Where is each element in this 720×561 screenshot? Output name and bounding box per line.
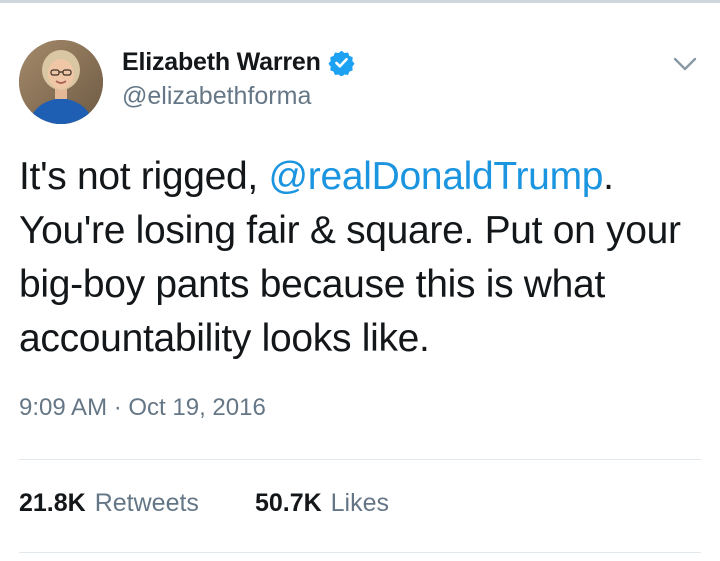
user-handle[interactable]: @elizabethforma: [122, 82, 355, 111]
chevron-down-icon[interactable]: [670, 52, 700, 74]
tweet-timestamp[interactable]: 9:09 AM · Oct 19, 2016: [19, 394, 266, 422]
display-name[interactable]: Elizabeth Warren: [122, 48, 321, 77]
tweet-text-part: It's not rigged,: [19, 155, 269, 198]
likes-stat[interactable]: 50.7K Likes: [255, 489, 389, 518]
divider: [19, 552, 701, 553]
avatar-portrait: [19, 40, 103, 124]
mention-link[interactable]: @realDonaldTrump: [269, 155, 604, 198]
retweets-label: Retweets: [94, 489, 199, 517]
likes-label: Likes: [330, 489, 390, 517]
top-border: [0, 0, 720, 3]
likes-count: 50.7K: [254, 489, 322, 517]
avatar[interactable]: [19, 40, 103, 124]
verified-badge-icon: [328, 49, 355, 77]
retweets-count: 21.8K: [19, 489, 86, 517]
user-names: Elizabeth Warren @elizabethforma: [122, 46, 355, 111]
tweet-stats: 21.8K Retweets 50.7K Likes: [19, 489, 389, 518]
divider: [19, 459, 701, 460]
retweets-stat[interactable]: 21.8K Retweets: [19, 489, 199, 518]
display-name-line: Elizabeth Warren: [122, 46, 355, 78]
tweet-header: Elizabeth Warren @elizabethforma: [19, 40, 709, 126]
tweet-text: It's not rigged, @realDonaldTrump. You'r…: [19, 150, 709, 366]
